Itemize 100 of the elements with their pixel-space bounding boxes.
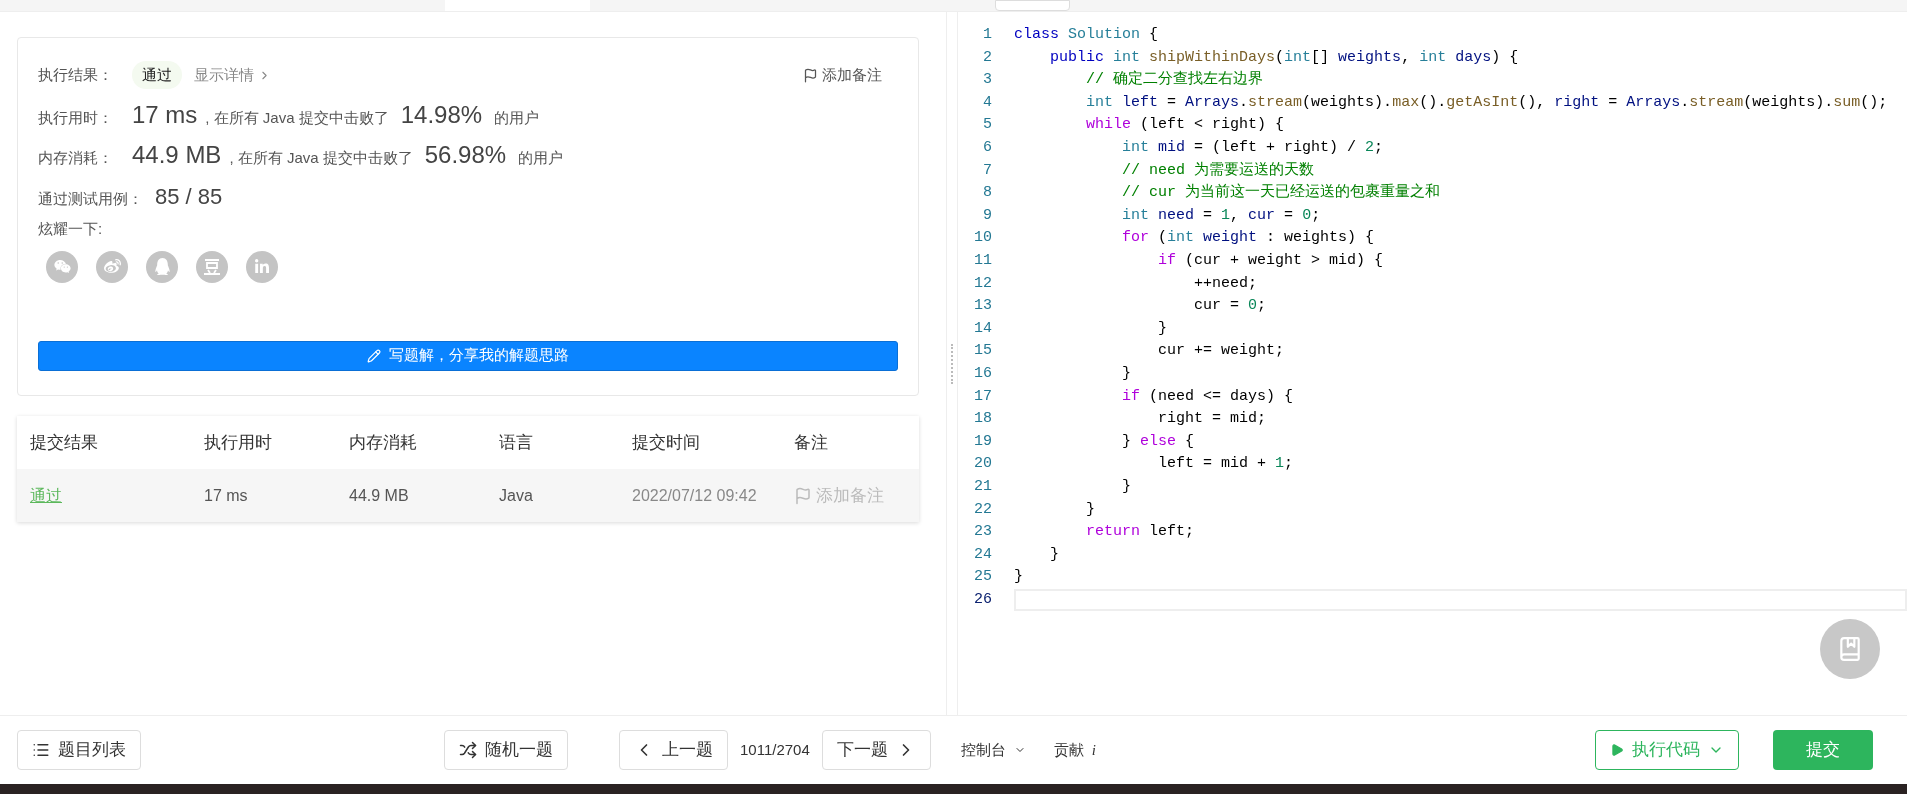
bean-glyph-icon[interactable] bbox=[196, 250, 228, 283]
stat-text: , 在所有 Java 提交中击败了 bbox=[229, 148, 413, 168]
line-number: 15 bbox=[973, 341, 993, 362]
code-line: } else { bbox=[1121, 431, 1196, 452]
linkedin-icon[interactable] bbox=[246, 250, 278, 283]
stat-label: 执行用时： bbox=[38, 108, 114, 128]
line-number: 11 bbox=[973, 251, 993, 271]
code-line: int mid = (left + right) / 2; bbox=[1121, 138, 1385, 158]
random-button[interactable]: 随机一题 bbox=[444, 730, 568, 770]
line-number: 17 bbox=[973, 386, 993, 407]
flag-icon bbox=[794, 486, 812, 505]
column-header: 提交时间 bbox=[632, 431, 701, 454]
chat-bubbles-icon[interactable] bbox=[46, 250, 78, 283]
code-line: int left = Arrays.stream(weights).max().getAsInt(), right = Arrays.stream(weights).sum(); bbox=[1085, 92, 1889, 113]
write-solution-button[interactable]: 写题解，分享我的解题思路 bbox=[38, 340, 898, 371]
stat-label: 内存消耗： bbox=[38, 148, 114, 168]
line-number: 6 bbox=[982, 138, 993, 158]
line-number: 1 bbox=[982, 25, 993, 46]
line-number: 22 bbox=[973, 499, 993, 520]
code-line: } bbox=[1157, 318, 1169, 339]
status-badge: 通过 bbox=[132, 60, 182, 90]
code-line: cur += weight; bbox=[1157, 341, 1286, 362]
code-line: ++need; bbox=[1193, 273, 1259, 294]
code-line: return left; bbox=[1085, 522, 1196, 543]
line-number: 4 bbox=[982, 92, 993, 113]
line-number: 20 bbox=[973, 454, 993, 475]
line-number: 8 bbox=[982, 183, 993, 204]
memory-value: 44.9 MB bbox=[132, 140, 222, 170]
stat-suffix: 的用户 bbox=[518, 148, 564, 168]
info-mark[interactable]: i bbox=[1091, 738, 1096, 762]
column-header: 提交结果 bbox=[30, 431, 99, 454]
next-button[interactable]: 下一题 bbox=[821, 730, 931, 770]
code-line: class Solution { bbox=[1014, 25, 1160, 46]
column-header: 内存消耗 bbox=[349, 431, 418, 454]
line-number: 26 bbox=[973, 589, 993, 610]
flag-icon bbox=[803, 67, 818, 83]
share-label: 炫耀一下: bbox=[38, 219, 104, 239]
line-number: 16 bbox=[973, 363, 993, 384]
table-cell-text: 2022/07/12 09:42 bbox=[632, 485, 758, 506]
code-line: // need 为需要运送的天数 bbox=[1121, 160, 1316, 181]
problem-list-button[interactable]: 题目列表 bbox=[17, 730, 141, 770]
line-number: 21 bbox=[973, 476, 993, 497]
problem-counter: 1011/2704 bbox=[740, 739, 810, 760]
runtime-value: 17 ms bbox=[132, 100, 198, 130]
add-note-button[interactable]: 添加备注 bbox=[803, 63, 882, 87]
code-line: public int shipWithinDays(int[] weights, int days) { bbox=[1049, 47, 1520, 68]
list-icon bbox=[32, 741, 50, 759]
line-number: 7 bbox=[982, 160, 993, 181]
status-label: 执行结果： bbox=[38, 64, 114, 85]
line-number: 18 bbox=[973, 409, 993, 430]
pencil-icon bbox=[367, 348, 381, 363]
previous-button[interactable]: 上一题 bbox=[619, 730, 728, 770]
code-line: left = mid + 1; bbox=[1157, 454, 1295, 475]
line-number: 13 bbox=[973, 296, 993, 317]
line-number: 10 bbox=[973, 228, 993, 249]
table-cell-text: 44.9 MB bbox=[349, 485, 410, 506]
code-line: for (int weight : weights) { bbox=[1121, 228, 1376, 249]
table-cell-text: 17 ms bbox=[204, 485, 249, 506]
line-number: 12 bbox=[973, 273, 993, 294]
code-line: if (cur + weight > mid) { bbox=[1157, 251, 1385, 271]
resize-handle[interactable] bbox=[951, 343, 953, 384]
code-line: // 确定二分查找左右边界 bbox=[1085, 69, 1265, 91]
code-line: int need = 1, cur = 0; bbox=[1121, 205, 1322, 226]
line-number: 9 bbox=[982, 205, 993, 226]
code-line: } bbox=[1049, 544, 1060, 565]
code-line: // cur 为当前这一天已经运送的包裹重量之和 bbox=[1121, 182, 1442, 204]
line-number: 14 bbox=[973, 318, 993, 339]
line-number: 3 bbox=[982, 70, 993, 91]
line-number: 25 bbox=[973, 567, 993, 588]
line-number: 24 bbox=[973, 544, 993, 565]
console-button[interactable]: 控制台 bbox=[960, 738, 1026, 762]
eye-logo-icon[interactable] bbox=[96, 250, 128, 283]
line-number: 19 bbox=[973, 431, 993, 452]
editor-tab[interactable] bbox=[995, 0, 1070, 11]
stat-label: 通过测试用例： bbox=[38, 189, 143, 209]
play-icon bbox=[1610, 743, 1624, 757]
code-line: while (left < right) { bbox=[1085, 115, 1286, 136]
tests-value: 85 / 85 bbox=[155, 183, 223, 211]
code-line: if (need <= days) { bbox=[1121, 386, 1295, 407]
code-line: right = mid; bbox=[1157, 409, 1268, 430]
column-header: 备注 bbox=[794, 431, 829, 454]
line-number: 2 bbox=[982, 47, 993, 68]
penguin-icon[interactable] bbox=[146, 250, 178, 283]
stat-percent: 14.98% bbox=[400, 100, 483, 130]
column-header: 执行用时 bbox=[204, 431, 273, 454]
table-cell-text: Java bbox=[499, 485, 534, 506]
details-link[interactable]: 显示详情 bbox=[194, 63, 271, 87]
code-line: } bbox=[1085, 499, 1096, 520]
code-line: } bbox=[1121, 363, 1133, 384]
stat-text: , 在所有 Java 提交中击败了 bbox=[205, 108, 389, 128]
line-number: 23 bbox=[973, 522, 993, 543]
notebook-button[interactable] bbox=[1820, 619, 1880, 679]
shuffle-icon bbox=[459, 741, 477, 759]
contribute-label: 贡献 bbox=[1053, 739, 1084, 760]
code-line: cur = 0; bbox=[1193, 296, 1268, 317]
book-icon bbox=[1837, 636, 1863, 662]
line-number: 5 bbox=[982, 115, 993, 136]
stat-percent: 56.98% bbox=[424, 140, 507, 170]
code-line: } bbox=[1014, 567, 1024, 588]
code-line: } bbox=[1121, 476, 1133, 497]
